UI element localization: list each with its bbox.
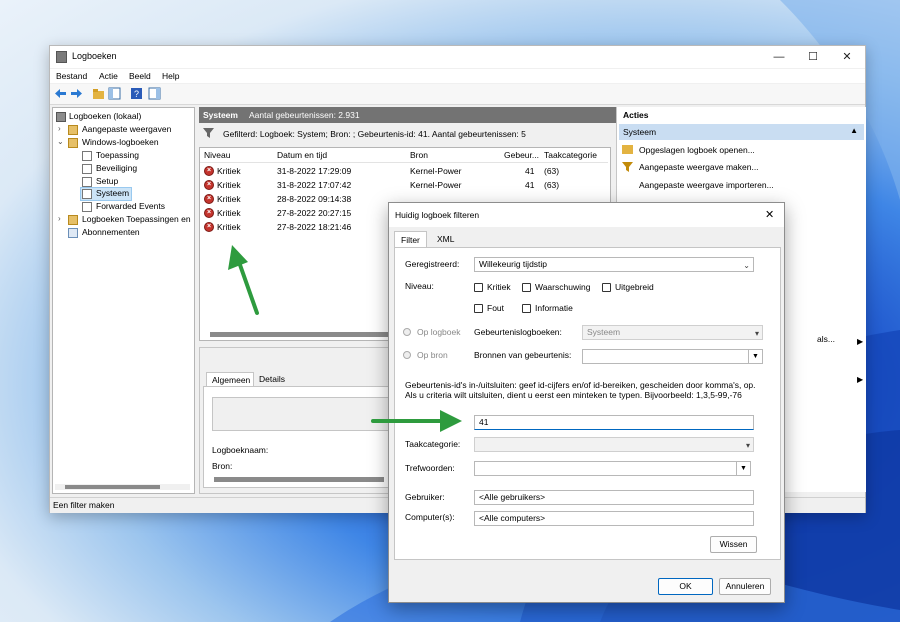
green-arrow-right-icon: [371, 410, 462, 432]
annotation-arrows: [228, 245, 462, 432]
green-arrow-up-icon: [228, 245, 259, 315]
